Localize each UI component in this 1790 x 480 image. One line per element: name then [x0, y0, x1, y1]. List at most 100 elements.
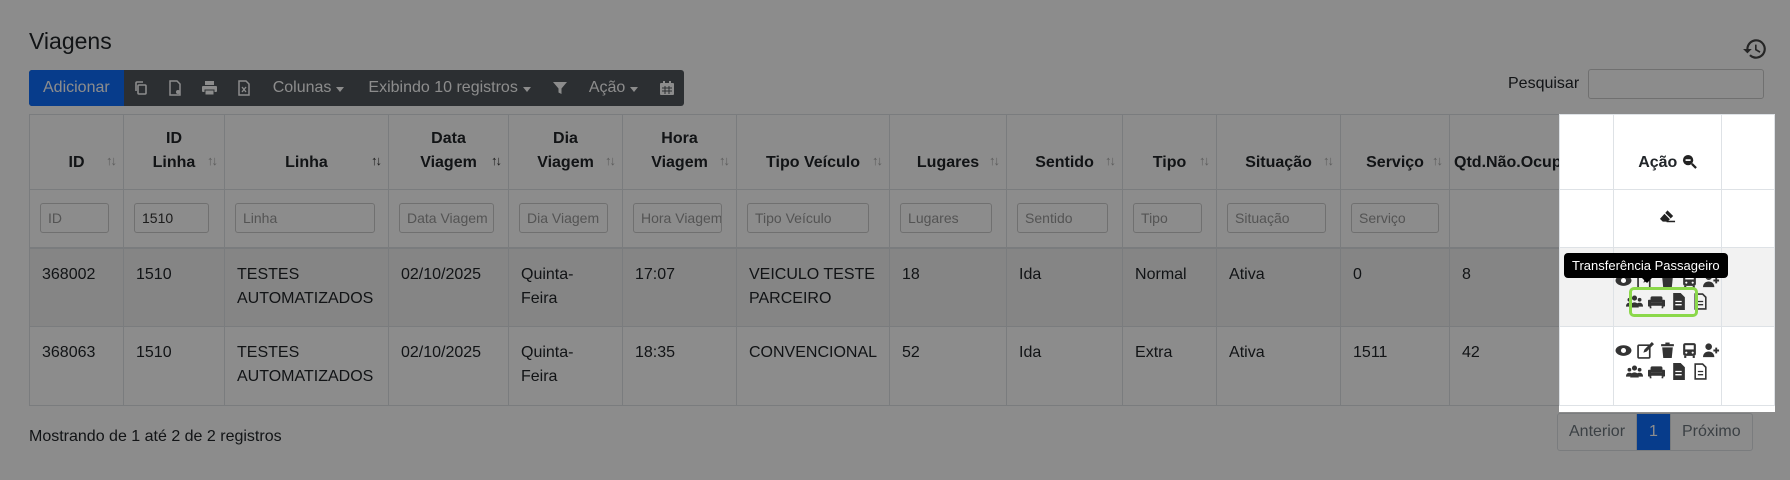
add-user-icon[interactable]: [1702, 342, 1720, 359]
col-header-label: Viagem: [537, 154, 594, 171]
col-header-tipo[interactable]: Tipo ↑↓: [1122, 114, 1218, 190]
delete-icon[interactable]: [1659, 342, 1676, 359]
history-icon[interactable]: [1742, 36, 1768, 62]
search-minus-icon[interactable]: [1682, 154, 1697, 169]
spot-cell: [1721, 247, 1775, 327]
next-page-button[interactable]: Próximo: [1669, 414, 1752, 450]
spot-cell: [1559, 326, 1614, 406]
filter-servico-input[interactable]: Serviço: [1351, 203, 1440, 234]
cell-situacao: Ativa: [1216, 326, 1342, 406]
filter-id-linha-input[interactable]: 1510: [134, 203, 209, 234]
col-header-tipo-veiculo[interactable]: Tipo Veículo ↑↓: [735, 114, 891, 190]
filter-situacao-input[interactable]: Situação: [1227, 203, 1327, 234]
col-header-situacao[interactable]: Situação ↑↓: [1216, 114, 1342, 190]
col-header-label: Ação: [1638, 154, 1678, 171]
filter-icon: [552, 82, 567, 94]
filter-hora-input[interactable]: Hora Viagem: [633, 203, 722, 234]
file-csv-icon: [168, 80, 181, 96]
sort-icon: ↑↓: [207, 153, 218, 168]
cell-id-linha: 1510: [123, 247, 225, 327]
bus-icon[interactable]: [1681, 342, 1698, 359]
sort-icon: ↑↓: [989, 153, 1000, 168]
spot-cell: [1721, 114, 1775, 190]
filter-lugares-input[interactable]: Lugares: [900, 203, 993, 234]
col-header-label: Linha: [285, 154, 328, 171]
col-header-linha[interactable]: Linha ↑↓: [224, 114, 389, 190]
col-header-hora[interactable]: Hora Viagem ↑↓: [622, 114, 737, 190]
calendar-button[interactable]: [650, 70, 684, 106]
prev-page-button[interactable]: Anterior: [1558, 414, 1636, 450]
col-header-label: Dia: [553, 130, 578, 147]
excel-button[interactable]: [227, 70, 261, 106]
header-row: ID ↑↓ ID Linha ↑↓ Linha ↑↓ Data Viagem ↑↓ Dia V…: [29, 114, 1704, 190]
users-icon[interactable]: [1625, 363, 1643, 380]
cell-text: Quinta-: [521, 344, 574, 361]
eraser-icon[interactable]: [1659, 209, 1676, 223]
spot-cell: [1559, 189, 1614, 248]
trips-table: ID ↑↓ ID Linha ↑↓ Linha ↑↓ Data Viagem ↑↓ Dia V…: [29, 114, 1704, 406]
cell-situacao: Ativa: [1216, 247, 1342, 327]
cell-id: 368002: [29, 247, 124, 327]
filter-data-input[interactable]: Data Viagem: [399, 203, 494, 234]
edit-icon[interactable]: [1637, 342, 1654, 359]
print-button[interactable]: [192, 70, 227, 106]
filter-id-input[interactable]: ID: [40, 203, 109, 234]
search-input[interactable]: [1588, 69, 1764, 99]
columns-dropdown[interactable]: Colunas: [261, 70, 357, 106]
view-icon[interactable]: [1615, 342, 1632, 359]
cell-servico: 1511: [1340, 326, 1451, 406]
col-header-label: Lugares: [916, 154, 980, 171]
copy-button[interactable]: [124, 70, 158, 106]
col-header-id[interactable]: ID ↑↓: [29, 114, 124, 190]
caret-down-icon: [336, 86, 345, 92]
sort-icon: ↑↓: [106, 153, 117, 168]
add-button[interactable]: Adicionar: [29, 70, 124, 106]
page: Viagens Adicionar Colunas Exibindo 10 re…: [0, 0, 1790, 480]
col-header-label: Data: [431, 130, 466, 147]
page-length-dropdown[interactable]: Exibindo 10 registros: [356, 70, 542, 106]
filter-tipo-input[interactable]: Tipo: [1133, 203, 1203, 234]
calendar-icon: [660, 81, 675, 95]
cell-text: AUTOMATIZADOS: [237, 368, 374, 385]
filter-tipo-veiculo-input[interactable]: Tipo Veículo: [747, 203, 869, 234]
filter-linha-input[interactable]: Linha: [235, 203, 375, 234]
col-header-dia[interactable]: Dia Viagem ↑↓: [508, 114, 623, 190]
document-outline-icon[interactable]: [1692, 363, 1709, 380]
col-header-label: ID: [68, 154, 85, 171]
col-header-servico[interactable]: Serviço ↑↓: [1340, 114, 1451, 190]
filter-sentido-input[interactable]: Sentido: [1017, 203, 1109, 234]
col-header-label: Sentido: [1035, 154, 1094, 171]
cell-data: 02/10/2025: [388, 326, 509, 406]
cell-text: CONVENCIONAL: [749, 344, 878, 361]
filter-button[interactable]: [543, 70, 577, 106]
col-header-data[interactable]: Data Viagem ↑↓: [388, 114, 509, 190]
col-header-label: Linha: [152, 154, 196, 171]
cell-lugares: 52: [889, 326, 1008, 406]
tooltip: Transferência Passageiro: [1564, 253, 1728, 283]
sort-icon: ↑↓: [872, 153, 883, 168]
col-header-sentido[interactable]: Sentido ↑↓: [1006, 114, 1124, 190]
caret-down-icon: [522, 86, 531, 92]
cell-data: 02/10/2025: [388, 247, 509, 327]
cell-id: 368063: [29, 326, 124, 406]
document-icon[interactable]: [1670, 363, 1687, 380]
spot-cell: [1721, 189, 1775, 248]
col-header-label: Viagem: [420, 154, 477, 171]
csv-button[interactable]: [158, 70, 192, 106]
filter-dia-input[interactable]: Dia Viagem: [519, 203, 608, 234]
toolbar: Adicionar Colunas Exibindo 10 registros …: [29, 70, 685, 106]
col-header-id-linha[interactable]: ID Linha ↑↓: [123, 114, 225, 190]
action-dropdown[interactable]: Ação: [577, 70, 650, 106]
sort-icon: ↑↓: [1432, 153, 1443, 168]
page-1-button[interactable]: 1: [1636, 414, 1670, 450]
cell-id-linha: 1510: [123, 326, 225, 406]
col-header-lugares[interactable]: Lugares ↑↓: [889, 114, 1008, 190]
col-header-label: Tipo Veículo: [766, 154, 860, 171]
sort-icon: ↑↓: [1323, 153, 1334, 168]
cell-hora: 17:07: [622, 247, 737, 327]
action-label: Ação: [588, 79, 626, 96]
col-header-acao-label: Ação: [1612, 114, 1723, 190]
cell-dia: Quinta- Feira: [508, 247, 623, 327]
cell-text: Feira: [521, 289, 558, 307]
couch-icon[interactable]: [1647, 363, 1665, 380]
